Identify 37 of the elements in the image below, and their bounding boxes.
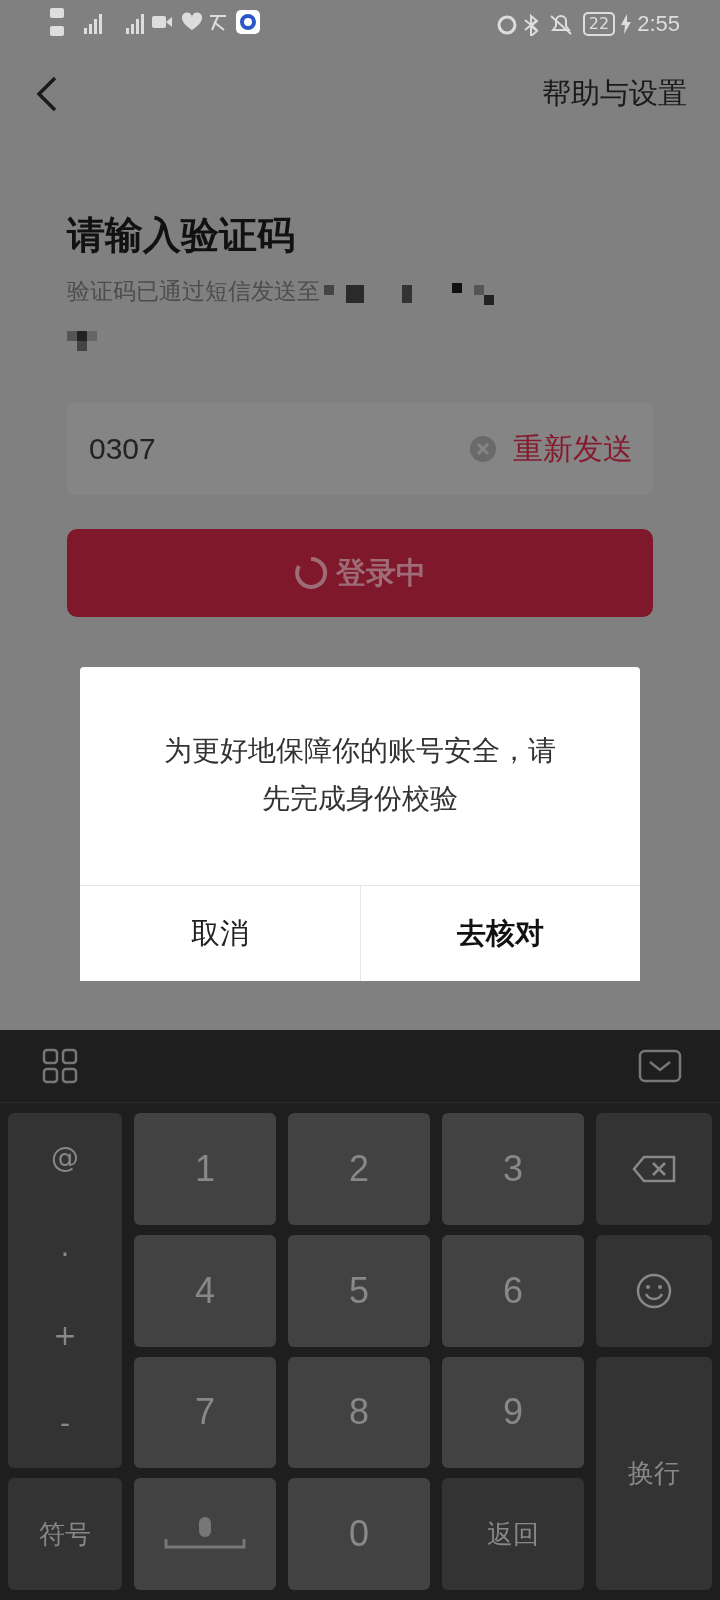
- digit-key[interactable]: 1: [134, 1113, 276, 1225]
- back-icon[interactable]: [36, 76, 58, 112]
- space-key[interactable]: [134, 1478, 276, 1590]
- digit-key[interactable]: 3: [442, 1113, 584, 1225]
- grid-menu-icon[interactable]: [42, 1048, 78, 1084]
- digit-key[interactable]: 9: [442, 1356, 584, 1469]
- digit-key[interactable]: 4: [134, 1234, 276, 1347]
- symbol-key[interactable]: @: [51, 1140, 79, 1174]
- dialog-button[interactable]: 去核对: [359, 886, 640, 981]
- battery-level: 22: [582, 12, 616, 36]
- symbol-key[interactable]: .: [60, 1229, 70, 1263]
- page-title: 请输入验证码: [67, 212, 296, 259]
- enter-key[interactable]: 换行: [596, 1356, 712, 1590]
- help-settings-link[interactable]: 帮助与设置: [542, 74, 687, 114]
- microphone-space-icon: [164, 1517, 246, 1552]
- login-button[interactable]: 登录中: [67, 529, 653, 617]
- charging-icon: [621, 14, 632, 34]
- digit-key[interactable]: 8: [288, 1356, 430, 1469]
- keyboard-hide-icon[interactable]: [638, 1049, 682, 1083]
- smiley-icon: [636, 1272, 672, 1309]
- symbol-key[interactable]: -: [59, 1407, 71, 1441]
- code-value: 0307: [89, 432, 157, 466]
- emoji-key[interactable]: [596, 1234, 712, 1347]
- symbol-key[interactable]: +: [53, 1318, 77, 1352]
- backspace-key[interactable]: [596, 1113, 712, 1225]
- function-key[interactable]: 符号: [8, 1478, 122, 1590]
- function-key[interactable]: 返回: [442, 1478, 584, 1590]
- digit-key[interactable]: 6: [442, 1234, 584, 1347]
- digit-key[interactable]: 7: [134, 1356, 276, 1469]
- digit-key[interactable]: 2: [288, 1113, 430, 1225]
- dialog-message: 为更好地保障你的账号安全，请先完成身份校验: [163, 733, 557, 817]
- backspace-icon: [632, 1154, 676, 1183]
- digit-key[interactable]: 5: [288, 1234, 430, 1347]
- code-input-field[interactable]: 0307 重新发送: [67, 403, 653, 495]
- resend-button[interactable]: 重新发送: [513, 428, 633, 470]
- digit-key[interactable]: 0: [288, 1478, 430, 1590]
- status-time: 2:55: [637, 11, 680, 37]
